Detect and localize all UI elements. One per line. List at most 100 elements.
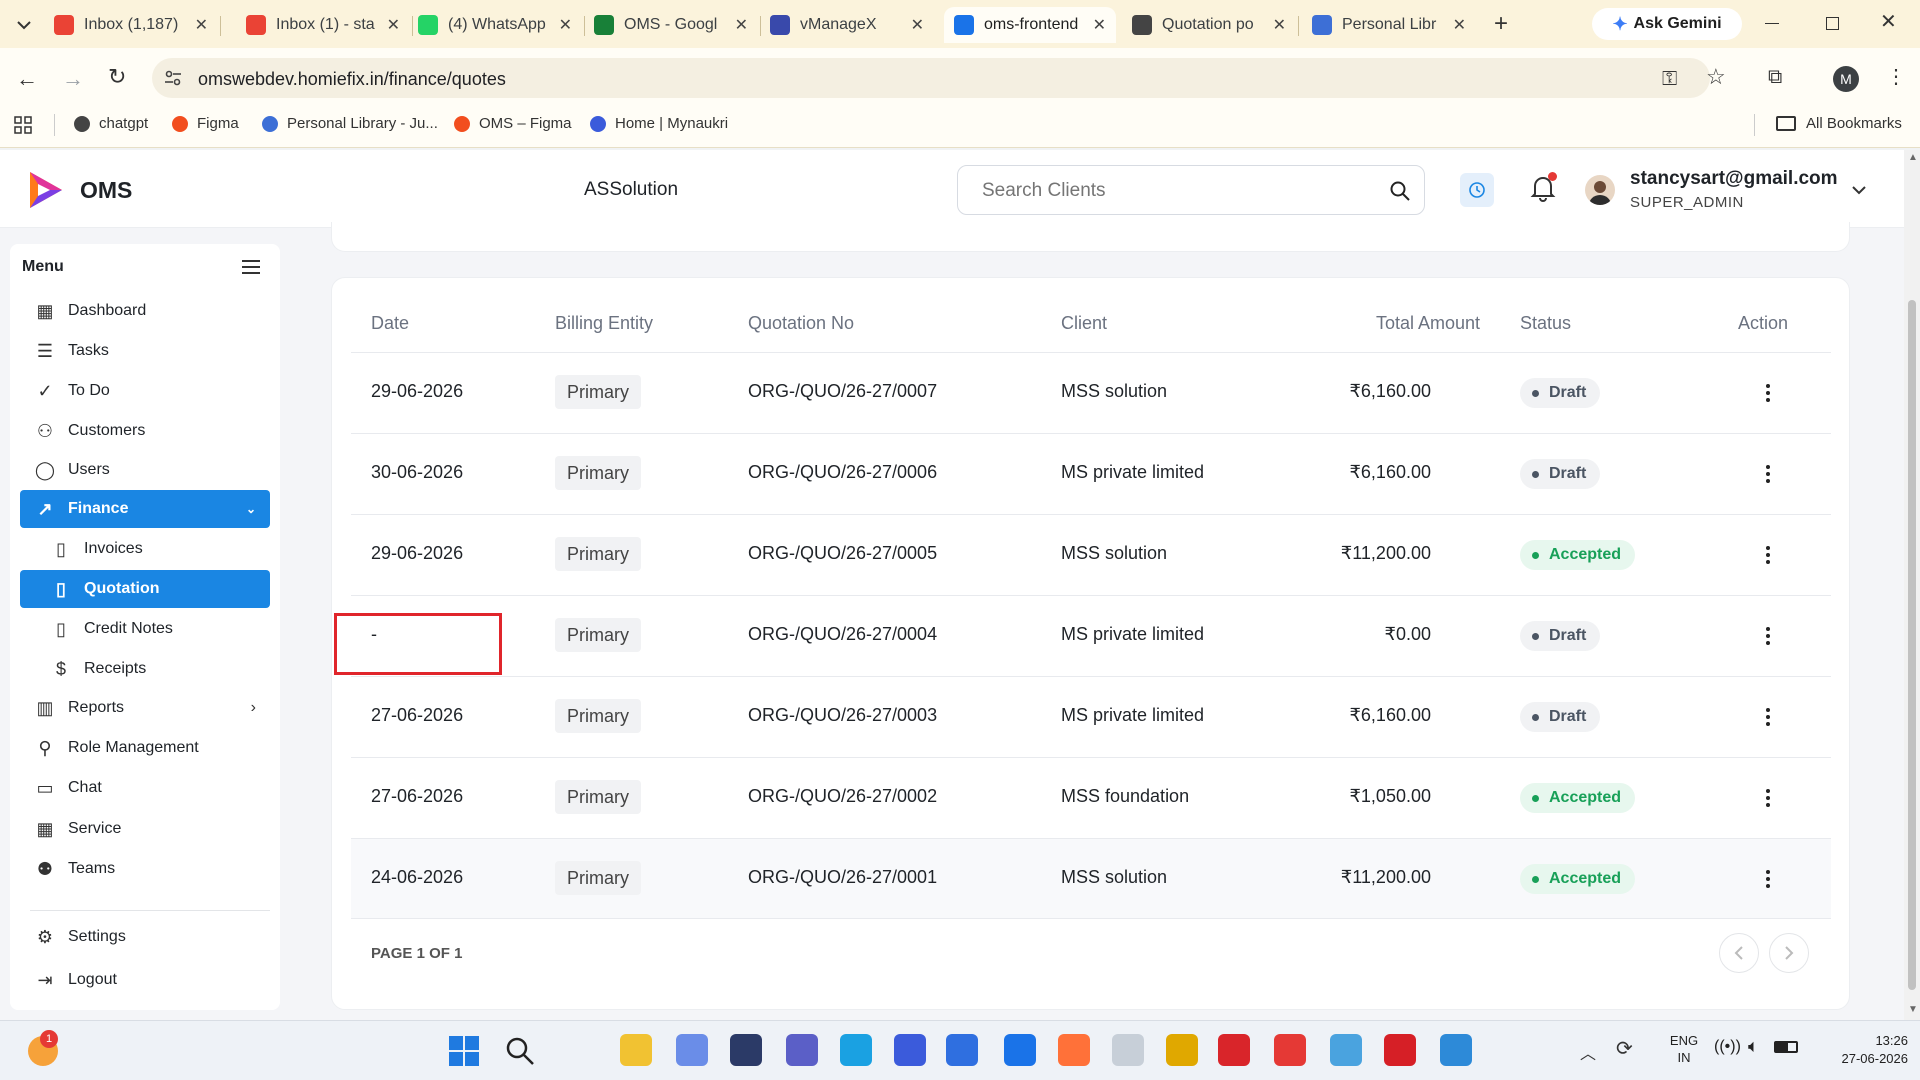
window-close-button[interactable]: ✕ <box>1880 9 1897 34</box>
sidebar-item-settings[interactable]: ⚙ Settings <box>20 918 270 956</box>
start-button[interactable] <box>449 1036 479 1066</box>
sidebar-item-role-management[interactable]: ⚲ Role Management <box>20 729 270 767</box>
pdf-icon[interactable] <box>1384 1034 1416 1066</box>
media-icon[interactable] <box>730 1034 762 1066</box>
browser-tab[interactable]: OMS - Googl ✕ <box>584 7 758 43</box>
sync-icon[interactable]: ⟳ <box>1616 1036 1633 1061</box>
browser-tab[interactable]: oms-frontend ✕ <box>944 7 1116 43</box>
prev-page-button[interactable] <box>1719 933 1759 973</box>
search-clients-input[interactable] <box>982 178 1362 204</box>
sidebar-item-tasks[interactable]: ☰ Tasks <box>20 332 270 370</box>
reload-button[interactable]: ↻ <box>108 64 126 90</box>
wifi-icon[interactable]: ((•)) <box>1714 1038 1741 1056</box>
row-actions-menu-icon[interactable] <box>1758 705 1778 729</box>
sidebar-item-logout[interactable]: ⇥ Logout <box>20 961 270 999</box>
browser-tab[interactable]: vManageX ✕ <box>760 7 934 43</box>
notepad-icon[interactable] <box>1004 1034 1036 1066</box>
firefox-icon[interactable] <box>1058 1034 1090 1066</box>
edge-icon[interactable] <box>840 1034 872 1066</box>
browser-tab[interactable]: Personal Libr ✕ <box>1302 7 1476 43</box>
table-row[interactable]: 27-06-2026 Primary ORG-/QUO/26-27/0003 MS p… <box>351 676 1831 757</box>
opera-icon[interactable] <box>1274 1034 1306 1066</box>
browser-tab[interactable]: (4) WhatsApp ✕ <box>408 7 582 43</box>
bookmark-item[interactable]: Home | Mynaukri <box>590 115 728 132</box>
sidebar-item-finance[interactable]: ↗ Finance ⌄ <box>20 490 270 528</box>
row-actions-menu-icon[interactable] <box>1758 543 1778 567</box>
app-icon[interactable] <box>894 1034 926 1066</box>
bookmark-item[interactable]: OMS – Figma <box>454 115 572 132</box>
volume-icon[interactable]: 🔈︎ <box>1748 1036 1759 1057</box>
window-minimize-button[interactable] <box>1760 14 1784 34</box>
sidebar-item-credit-notes[interactable]: ▯ Credit Notes <box>20 610 270 648</box>
extensions-icon[interactable]: ⧉ <box>1768 66 1782 89</box>
close-icon[interactable]: ✕ <box>735 15 748 35</box>
sidebar-item-teams[interactable]: ⚉ Teams <box>20 850 270 888</box>
sidebar-item-quotation[interactable]: ▯ Quotation <box>20 570 270 608</box>
next-page-button[interactable] <box>1769 933 1809 973</box>
table-row[interactable]: 29-06-2026 Primary ORG-/QUO/26-27/0007 MSS … <box>351 352 1831 433</box>
close-icon[interactable]: ✕ <box>1453 15 1466 35</box>
quotation-number-cell[interactable]: ORG-/QUO/26-27/0004 <box>748 624 937 645</box>
browser-menu-icon[interactable]: ⋮ <box>1886 64 1906 89</box>
row-actions-menu-icon[interactable] <box>1758 381 1778 405</box>
sidebar-item-dashboard[interactable]: ▦ Dashboard <box>20 292 270 330</box>
ask-gemini-button[interactable]: ✦ Ask Gemini <box>1592 8 1742 40</box>
browser-tab[interactable]: Inbox (1) - sta ✕ <box>236 7 410 43</box>
user-menu-chevron-icon[interactable] <box>1852 185 1866 195</box>
row-actions-menu-icon[interactable] <box>1758 786 1778 810</box>
hamburger-menu-icon[interactable] <box>242 259 260 275</box>
close-icon[interactable]: ✕ <box>195 15 208 35</box>
table-row[interactable]: 24-06-2026 Primary ORG-/QUO/26-27/0001 MSS … <box>351 838 1831 919</box>
browser-tab[interactable]: Inbox (1,187) ✕ <box>44 7 218 43</box>
sidebar-item-receipts[interactable]: $ Receipts <box>20 650 270 688</box>
bookmark-item[interactable]: Personal Library - Ju... <box>262 115 438 132</box>
apps-grid-icon[interactable] <box>14 116 32 134</box>
table-row[interactable]: 27-06-2026 Primary ORG-/QUO/26-27/0002 MSS … <box>351 757 1831 838</box>
tray-chevron-icon[interactable]: ︿ <box>1580 1040 1596 1064</box>
forward-button[interactable]: → <box>62 66 84 92</box>
quotation-number-cell[interactable]: ORG-/QUO/26-27/0007 <box>748 381 937 402</box>
table-row[interactable]: - Primary ORG-/QUO/26-27/0004 MS private li… <box>351 595 1831 676</box>
close-icon[interactable]: ✕ <box>559 15 572 35</box>
sidebar-item-service[interactable]: ▦ Service <box>20 810 270 848</box>
search-clients-box[interactable] <box>957 165 1425 215</box>
bookmark-item[interactable]: Figma <box>172 115 239 132</box>
close-icon[interactable]: ✕ <box>911 15 924 35</box>
sidebar-item-customers[interactable]: ⚇ Customers <box>20 412 270 450</box>
new-tab-button[interactable]: + <box>1488 12 1514 38</box>
quotation-number-cell[interactable]: ORG-/QUO/26-27/0005 <box>748 543 937 564</box>
window-restore-button[interactable] <box>1826 17 1839 30</box>
close-icon[interactable]: ✕ <box>387 15 400 35</box>
sidebar-item-invoices[interactable]: ▯ Invoices <box>20 530 270 568</box>
row-actions-menu-icon[interactable] <box>1758 624 1778 648</box>
quotation-number-cell[interactable]: ORG-/QUO/26-27/0003 <box>748 705 937 726</box>
table-row[interactable]: 29-06-2026 Primary ORG-/QUO/26-27/0005 MSS … <box>351 514 1831 595</box>
url-text[interactable]: omswebdev.homiefix.in/finance/quotes <box>198 69 506 90</box>
store-icon[interactable] <box>946 1034 978 1066</box>
user-avatar[interactable] <box>1585 175 1615 205</box>
password-key-icon[interactable]: ⚿ <box>1662 68 1677 91</box>
sidebar-item-users[interactable]: ◯ Users <box>20 451 270 489</box>
file-explorer-icon[interactable] <box>620 1034 652 1066</box>
sidebar-item-reports[interactable]: ▥ Reports › <box>20 689 270 727</box>
mcafee-icon[interactable] <box>1218 1034 1250 1066</box>
close-icon[interactable]: ✕ <box>1093 15 1106 35</box>
all-bookmarks-button[interactable]: All Bookmarks <box>1776 115 1902 132</box>
notifications-button[interactable] <box>1530 172 1558 204</box>
quotation-number-cell[interactable]: ORG-/QUO/26-27/0001 <box>748 867 937 888</box>
sidebar-item-to-do[interactable]: ✓ To Do <box>20 372 270 410</box>
mail-icon[interactable] <box>1112 1034 1144 1066</box>
table-row[interactable]: 30-06-2026 Primary ORG-/QUO/26-27/0006 MS p… <box>351 433 1831 514</box>
bookmark-star-icon[interactable]: ☆ <box>1706 64 1726 90</box>
row-actions-menu-icon[interactable] <box>1758 462 1778 486</box>
clock-display[interactable]: 13:26 27-06-2026 <box>1814 1032 1909 1068</box>
quotation-number-cell[interactable]: ORG-/QUO/26-27/0006 <box>748 462 937 483</box>
row-actions-menu-icon[interactable] <box>1758 867 1778 891</box>
language-indicator[interactable]: ENG IN <box>1662 1032 1706 1066</box>
page-scrollbar[interactable]: ▲ ▼ <box>1904 150 1920 1020</box>
sidebar-item-chat[interactable]: ▭ Chat <box>20 769 270 807</box>
browser-tab[interactable]: Quotation po ✕ <box>1122 7 1296 43</box>
quotation-number-cell[interactable]: ORG-/QUO/26-27/0002 <box>748 786 937 807</box>
search-icon[interactable] <box>1390 181 1410 201</box>
teams-icon[interactable] <box>786 1034 818 1066</box>
